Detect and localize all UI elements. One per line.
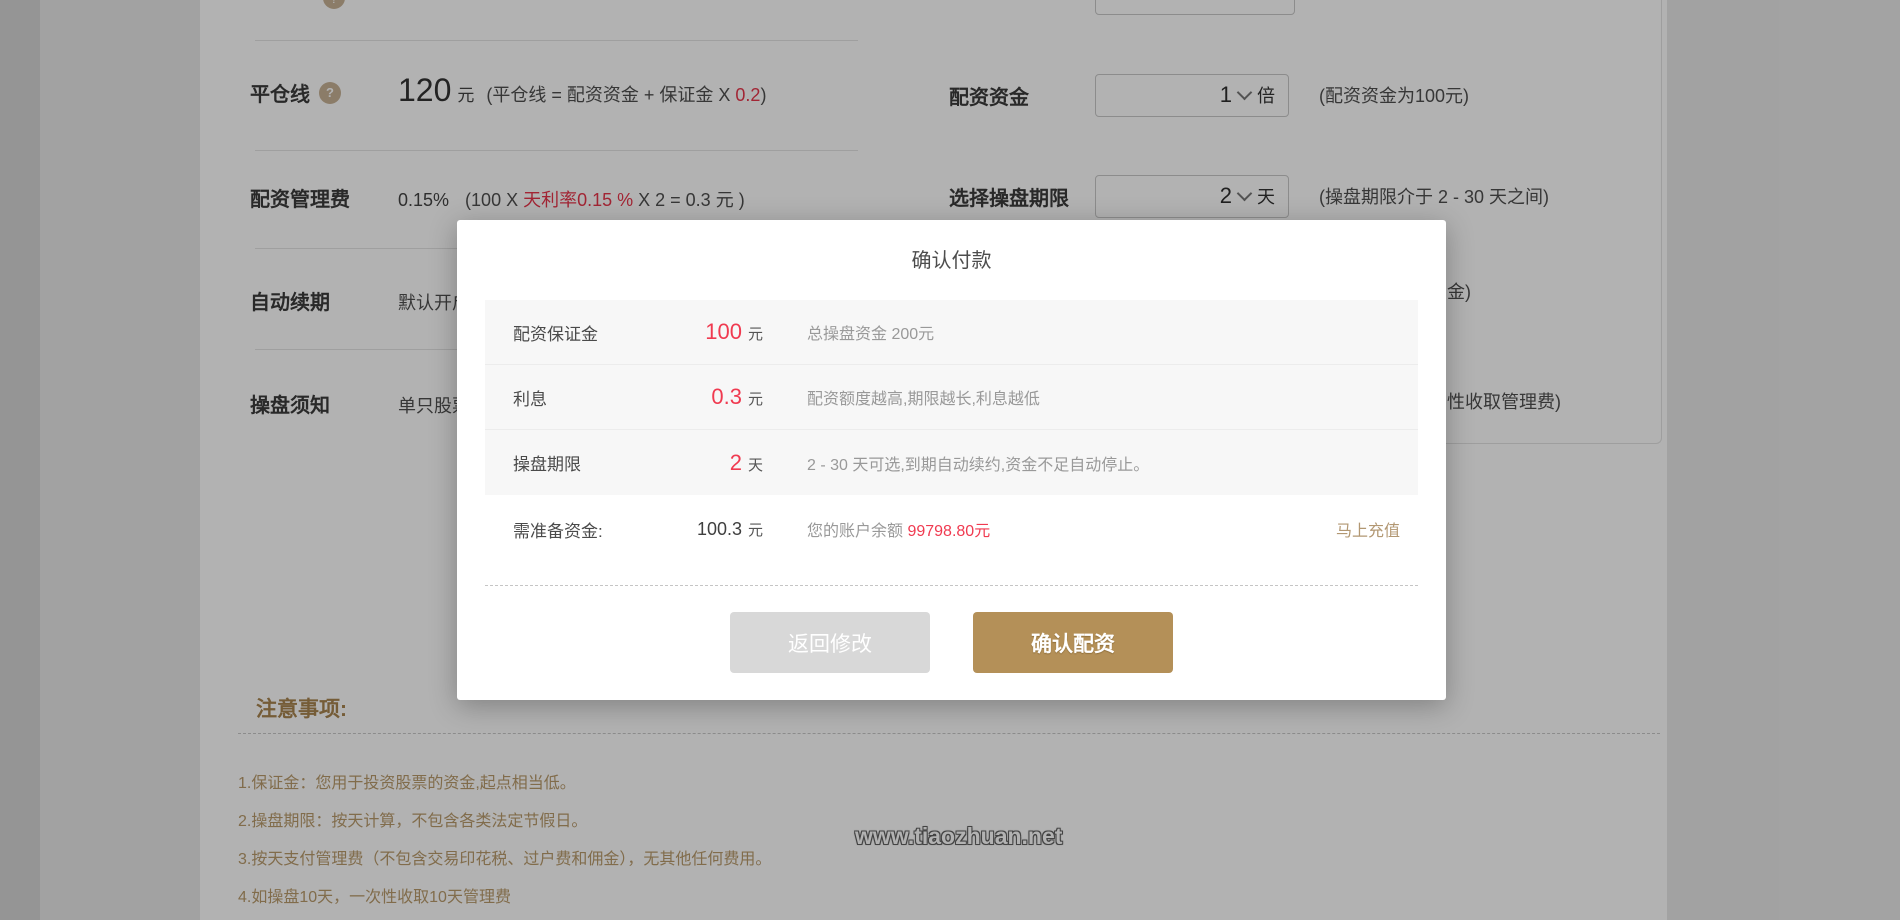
row-desc: 总操盘资金 200元 <box>807 320 934 344</box>
dialog-title: 确认付款 <box>457 244 1446 273</box>
value-unit: 元 <box>748 323 763 344</box>
row-label: 操盘期限 <box>513 450 663 475</box>
balance-amount: 99798.80元 <box>907 523 990 540</box>
row-label: 配资保证金 <box>513 320 663 345</box>
row-label: 利息 <box>513 385 663 410</box>
row-value: 0.3 元 <box>663 384 763 410</box>
recharge-link[interactable]: 马上充值 <box>1336 517 1400 541</box>
payment-summary-table: 配资保证金 100 元 总操盘资金 200元 利息 0.3 元 配资额度越高,期… <box>485 300 1418 495</box>
table-row-interest: 利息 0.3 元 配资额度越高,期限越长,利息越低 <box>485 365 1418 430</box>
row-value: 2 天 <box>663 450 763 476</box>
balance-prefix: 您的账户余额 <box>807 523 907 540</box>
row-desc: 2 - 30 天可选,到期自动续约,资金不足自动停止。 <box>807 451 1149 475</box>
funds-needed-row: 需准备资金: 100.3 元 您的账户余额 99798.80元 马上充值 <box>485 497 1418 561</box>
value-number: 2 <box>730 450 742 476</box>
dialog-actions: 返回修改 确认配资 <box>457 612 1446 673</box>
table-row-term: 操盘期限 2 天 2 - 30 天可选,到期自动续约,资金不足自动停止。 <box>485 430 1418 495</box>
row-value: 100 元 <box>663 319 763 345</box>
value-number: 100 <box>705 319 742 345</box>
back-edit-button[interactable]: 返回修改 <box>730 612 930 673</box>
value-unit: 元 <box>748 519 763 540</box>
divider-dashed <box>485 585 1418 586</box>
row-desc: 配资额度越高,期限越长,利息越低 <box>807 385 1040 409</box>
account-balance: 您的账户余额 99798.80元 <box>807 517 990 541</box>
value-unit: 元 <box>748 388 763 409</box>
row-label: 需准备资金: <box>513 517 663 542</box>
table-row-margin: 配资保证金 100 元 总操盘资金 200元 <box>485 300 1418 365</box>
confirm-allocation-button[interactable]: 确认配资 <box>973 612 1173 673</box>
row-value: 100.3 元 <box>663 519 763 540</box>
confirm-payment-dialog: 确认付款 配资保证金 100 元 总操盘资金 200元 利息 0.3 元 配资额… <box>457 220 1446 700</box>
value-number: 100.3 <box>697 519 742 540</box>
value-unit: 天 <box>748 454 763 475</box>
value-number: 0.3 <box>711 384 742 410</box>
